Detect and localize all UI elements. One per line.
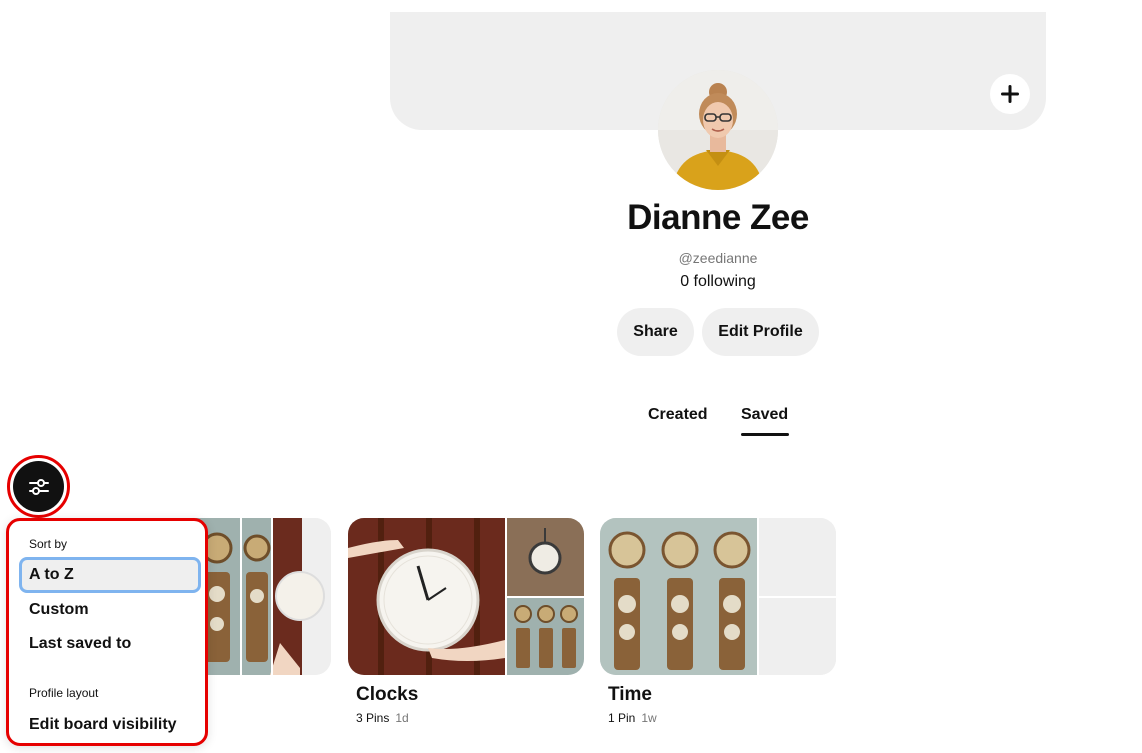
following-count[interactable]: 0 following (518, 273, 918, 291)
plus-icon (1001, 85, 1019, 103)
sliders-icon (28, 478, 49, 495)
board-pin-count: 3 Pins (356, 711, 390, 725)
sort-by-label: Sort by (29, 537, 68, 551)
sort-option-last-saved[interactable]: Last saved to (19, 626, 201, 662)
board-age: 1w (641, 711, 657, 725)
board-card-time[interactable] (600, 518, 836, 675)
filter-button[interactable] (13, 461, 64, 512)
board-title[interactable]: Time (608, 684, 652, 706)
time-board-cover (600, 518, 836, 675)
board-pin-count: 1 Pin (608, 711, 636, 725)
sort-option-custom[interactable]: Custom (19, 592, 201, 628)
edit-profile-button[interactable]: Edit Profile (702, 308, 819, 356)
clocks-board-cover (348, 518, 584, 675)
share-button[interactable]: Share (617, 308, 694, 356)
edit-board-visibility-option[interactable]: Edit board visibility (19, 707, 201, 743)
board-title[interactable]: Clocks (356, 684, 418, 706)
board-card-clocks[interactable] (348, 518, 584, 675)
avatar-image (658, 70, 778, 190)
avatar[interactable] (658, 70, 778, 190)
profile-layout-label: Profile layout (29, 686, 99, 700)
board-meta: 1 Pin 1w (608, 711, 657, 725)
add-cover-button[interactable] (990, 74, 1030, 114)
tab-saved[interactable]: Saved (741, 406, 788, 424)
sort-option-a-to-z[interactable]: A to Z (19, 557, 201, 593)
board-meta: 3 Pins 1d (356, 711, 409, 725)
active-tab-indicator (741, 433, 789, 436)
profile-page: Dianne Zee @zeedianne 0 following Share … (0, 0, 1142, 753)
sort-menu: Sort by A to Z Custom Last saved to Prof… (6, 518, 208, 746)
profile-name: Dianne Zee (627, 198, 809, 237)
board-age: 1d (395, 711, 409, 725)
tab-created[interactable]: Created (648, 406, 708, 424)
profile-handle: @zeedianne (678, 250, 758, 266)
